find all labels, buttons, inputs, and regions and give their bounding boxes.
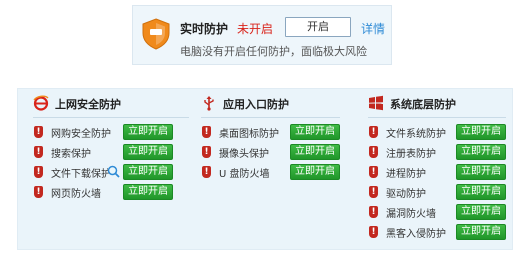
enable-now-button[interactable]: 立即开启 bbox=[456, 124, 506, 140]
enable-now-button[interactable]: 立即开启 bbox=[123, 184, 173, 200]
warning-icon: ! bbox=[202, 166, 211, 178]
enable-now-button[interactable]: 立即开启 bbox=[456, 224, 506, 240]
warning-icon: ! bbox=[369, 226, 378, 238]
warning-icon: ! bbox=[369, 186, 378, 198]
enable-now-button[interactable]: 立即开启 bbox=[123, 124, 173, 140]
enable-now-button[interactable]: 立即开启 bbox=[456, 184, 506, 200]
warning-icon: ! bbox=[202, 126, 211, 138]
group-divider bbox=[201, 117, 340, 118]
warning-icon: ! bbox=[34, 186, 43, 198]
search-magnifier-icon[interactable] bbox=[107, 165, 120, 178]
warning-icon: ! bbox=[369, 166, 378, 178]
internet-explorer-icon bbox=[33, 95, 49, 111]
warning-icon: ! bbox=[369, 206, 378, 218]
orange-shield-icon bbox=[142, 18, 170, 50]
warning-icon: ! bbox=[34, 146, 43, 158]
item-label: U 盘防火墙 bbox=[219, 169, 270, 180]
list-item: ! 文件下载保护 立即开启 bbox=[33, 164, 189, 180]
protection-title: 实时防护 bbox=[180, 22, 229, 36]
list-item: ! 黑客入侵防护 立即开启 bbox=[368, 224, 506, 240]
warning-icon: ! bbox=[202, 146, 211, 158]
enable-now-button[interactable]: 立即开启 bbox=[456, 144, 506, 160]
list-item: ! 网购安全防护 立即开启 bbox=[33, 124, 189, 140]
warning-icon: ! bbox=[369, 146, 378, 158]
warning-icon: ! bbox=[34, 166, 43, 178]
list-item: ! 进程防护 立即开启 bbox=[368, 164, 506, 180]
usb-icon bbox=[204, 96, 214, 111]
item-label: 搜索保护 bbox=[51, 149, 91, 160]
list-item: ! U 盘防火墙 立即开启 bbox=[201, 164, 340, 180]
item-label: 文件下载保护 bbox=[51, 169, 111, 180]
enable-now-button[interactable]: 立即开启 bbox=[290, 164, 340, 180]
enable-protection-button[interactable]: 开启 bbox=[285, 17, 351, 37]
warning-icon: ! bbox=[34, 126, 43, 138]
group-title: 系统底层防护 bbox=[390, 98, 456, 111]
group-divider bbox=[33, 117, 189, 118]
group-title: 上网安全防护 bbox=[55, 98, 121, 111]
enable-now-button[interactable]: 立即开启 bbox=[290, 124, 340, 140]
realtime-protection-summary: 实时防护 未开启 开启 详情 电脑没有开启任何防护，面临极大风险 bbox=[132, 5, 392, 65]
list-item: ! 驱动防护 立即开启 bbox=[368, 184, 506, 200]
item-label: 摄像头保护 bbox=[219, 149, 269, 160]
protection-status: 未开启 bbox=[237, 22, 274, 36]
list-item: ! 网页防火墙 立即开启 bbox=[33, 184, 189, 200]
enable-now-button[interactable]: 立即开启 bbox=[456, 164, 506, 180]
list-item: ! 搜索保护 立即开启 bbox=[33, 144, 189, 160]
item-label: 黑客入侵防护 bbox=[386, 229, 446, 240]
enable-now-button[interactable]: 立即开启 bbox=[123, 164, 173, 180]
item-label: 桌面图标防护 bbox=[219, 129, 279, 140]
enable-now-button[interactable]: 立即开启 bbox=[123, 144, 173, 160]
item-label: 漏洞防火墙 bbox=[386, 209, 436, 220]
list-item: ! 注册表防护 立即开启 bbox=[368, 144, 506, 160]
list-item: ! 文件系统防护 立即开启 bbox=[368, 124, 506, 140]
item-label: 网购安全防护 bbox=[51, 129, 111, 140]
group-title: 应用入口防护 bbox=[223, 98, 289, 111]
list-item: ! 桌面图标防护 立即开启 bbox=[201, 124, 340, 140]
protection-groups-panel: 上网安全防护 ! 网购安全防护 立即开启 ! 搜索保护 立即开启 ! 文件下载保… bbox=[17, 88, 513, 250]
item-label: 驱动防护 bbox=[386, 189, 426, 200]
protection-description: 电脑没有开启任何防护，面临极大风险 bbox=[180, 45, 367, 58]
enable-now-button[interactable]: 立即开启 bbox=[456, 204, 506, 220]
item-label: 注册表防护 bbox=[386, 149, 436, 160]
item-label: 进程防护 bbox=[386, 169, 426, 180]
enable-now-button[interactable]: 立即开启 bbox=[290, 144, 340, 160]
windows-logo-icon bbox=[369, 95, 383, 111]
item-label: 网页防火墙 bbox=[51, 189, 101, 200]
warning-icon: ! bbox=[369, 126, 378, 138]
list-item: ! 摄像头保护 立即开启 bbox=[201, 144, 340, 160]
details-link[interactable]: 详情 bbox=[361, 20, 385, 37]
group-divider bbox=[368, 117, 506, 118]
item-label: 文件系统防护 bbox=[386, 129, 446, 140]
list-item: ! 漏洞防火墙 立即开启 bbox=[368, 204, 506, 220]
